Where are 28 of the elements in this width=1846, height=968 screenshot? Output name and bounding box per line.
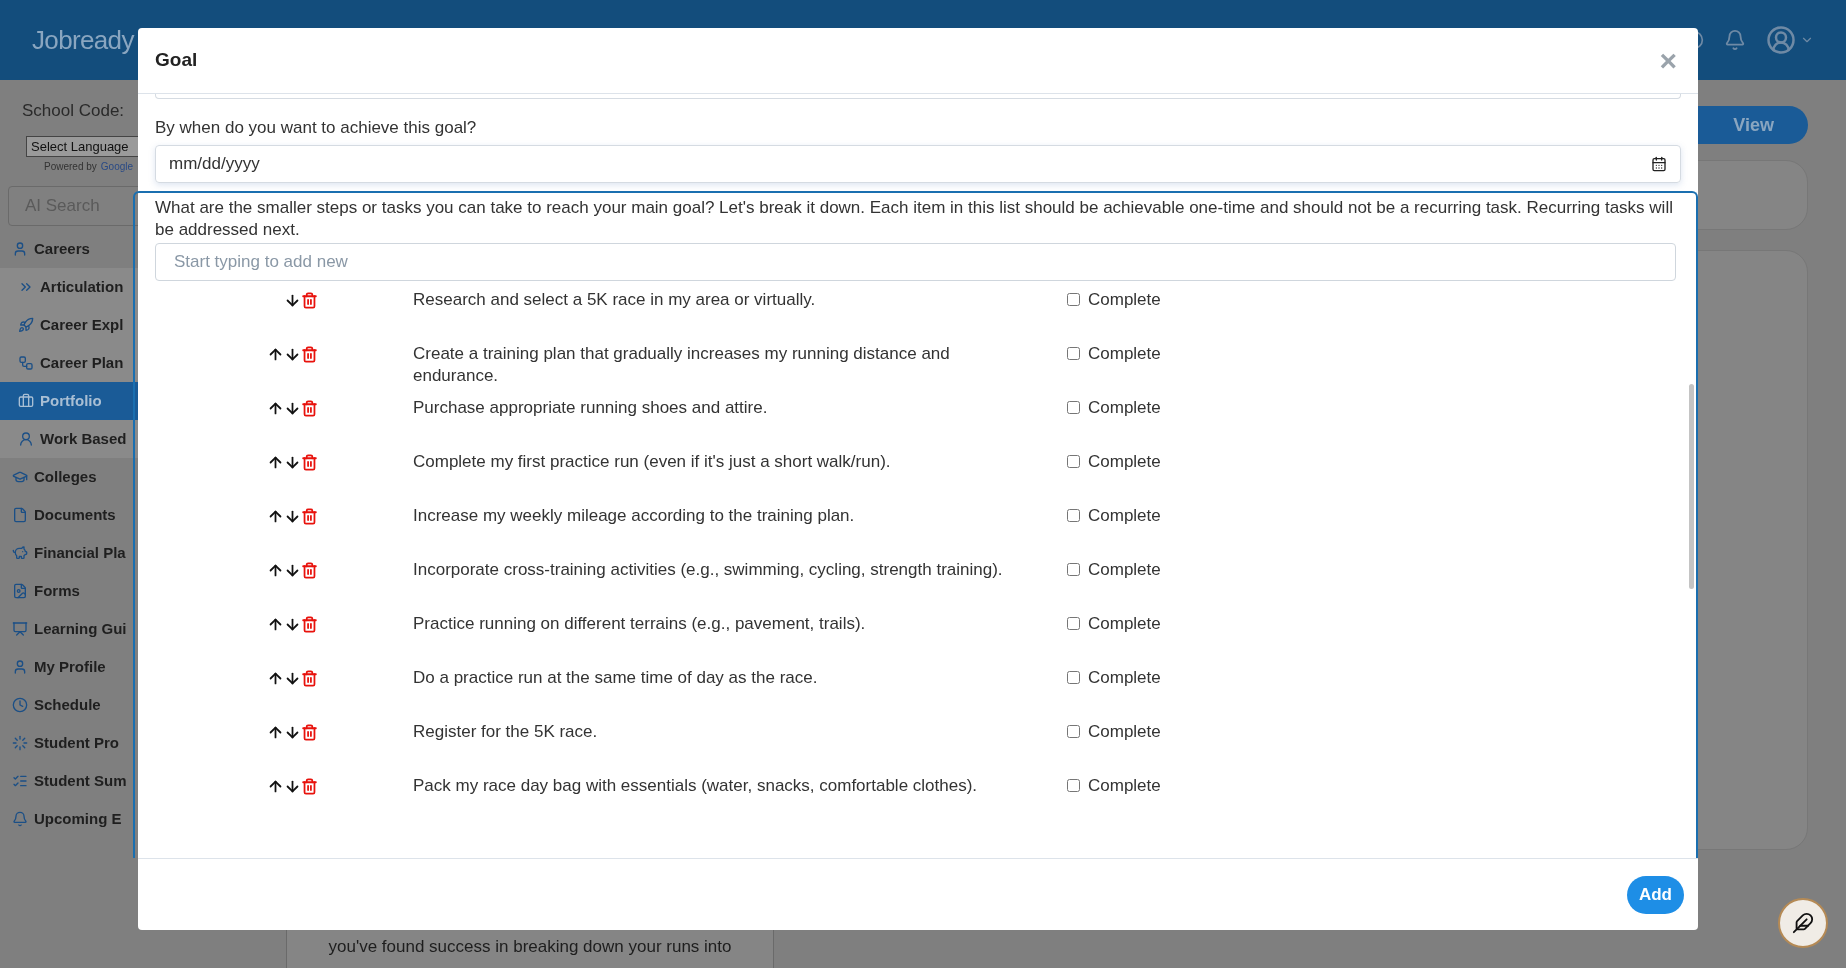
step-text: Purchase appropriate running shoes and attire. (413, 396, 769, 419)
complete-label: Complete (1088, 288, 1161, 311)
paragraph-line: you've found success in breaking down your runs into (328, 936, 732, 958)
complete-label: Complete (1088, 504, 1161, 527)
complete-label: Complete (1088, 396, 1161, 419)
logo: Jobready (32, 23, 134, 57)
complete-label: Complete (1088, 720, 1161, 743)
step-text: Do a practice run at the same time of day as the race. (413, 666, 819, 689)
steps-prompt: What are the smaller steps or tasks you can take to reach your main goal? Let's break it down. Each item in this list should be achievable one-time and should not be a recurring task. Recurring tasks will be addressed next. (155, 196, 1674, 241)
step-text: Incorporate cross-training activities (e.g., swimming, cycling, strength training). (413, 558, 1004, 581)
date-placeholder: mm/dd/yyyy (169, 152, 260, 175)
step-text: Register for the 5K race. (413, 720, 599, 743)
step-text: Research and select a 5K race in my area or virtually. (413, 288, 817, 311)
step-text: Increase my weekly mileage according to the training plan. (413, 504, 856, 527)
complete-label: Complete (1088, 666, 1161, 689)
step-text: Complete my first practice run (even if it's just a short walk/run). (413, 450, 892, 473)
modal-title: Goal (155, 48, 198, 73)
step-text: Create a training plan that gradually increases my running distance and endurance. (413, 342, 951, 387)
complete-label: Complete (1088, 612, 1161, 635)
complete-label: Complete (1088, 558, 1161, 581)
step-text: Practice running on different terrains (e.g., pavement, trails). (413, 612, 867, 635)
google-brand: Google (100, 160, 134, 174)
complete-label: Complete (1088, 450, 1161, 473)
complete-label: Complete (1088, 774, 1161, 797)
powered-by-text: Powered by (44, 160, 97, 174)
step-text: Pack my race day bag with essentials (water, snacks, comfortable clothes). (413, 774, 979, 797)
school-code: School Code: (22, 100, 126, 122)
complete-label: Complete (1088, 342, 1161, 365)
